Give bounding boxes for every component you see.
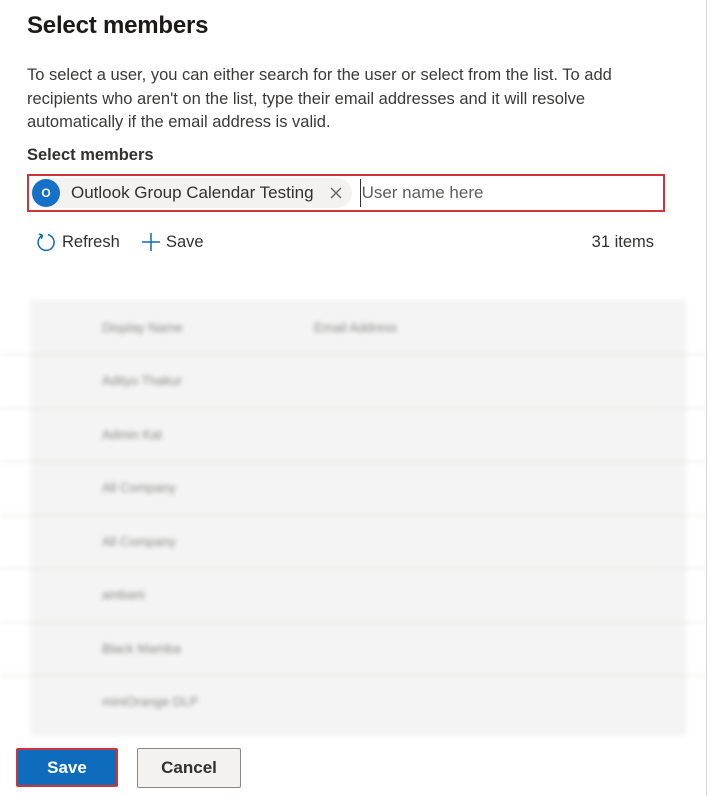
cancel-button[interactable]: Cancel — [137, 748, 241, 788]
row-display-name: Admin Kat — [102, 426, 162, 442]
row-display-name: ambani — [102, 587, 145, 602]
refresh-button[interactable]: Refresh — [35, 229, 120, 255]
toolbar-save-label: Save — [166, 232, 204, 251]
row-display-name: Black Mamba — [102, 640, 181, 656]
select-members-label: Select members — [27, 146, 154, 164]
user-name-input[interactable] — [359, 179, 663, 207]
items-count: 31 items — [591, 233, 654, 251]
selected-member-label: Outlook Group Calendar Testing — [71, 183, 314, 202]
toolbar-save-button[interactable]: Save — [141, 229, 204, 255]
list-row[interactable]: Black Mamba — [0, 621, 706, 676]
member-avatar: O — [32, 179, 60, 207]
refresh-label: Refresh — [62, 232, 120, 251]
row-display-name: miniOrange DLP — [102, 694, 199, 709]
members-picker[interactable]: O Outlook Group Calendar Testing — [27, 174, 665, 212]
list-row[interactable]: All Company — [0, 461, 706, 515]
list-row[interactable]: All Company — [0, 514, 706, 569]
list-row[interactable]: Adityo Thakur — [0, 354, 706, 408]
list-row[interactable]: miniOrange DLP — [0, 675, 706, 729]
column-header-email-address[interactable]: Email Address — [314, 320, 397, 335]
row-display-name: Adityo Thakur — [102, 373, 182, 388]
members-list: Display Name Email Address Adityo Thakur… — [0, 300, 706, 736]
panel-right-border — [706, 0, 707, 796]
list-row[interactable]: ambani — [0, 568, 706, 622]
refresh-icon — [37, 233, 55, 252]
save-button[interactable]: Save — [16, 748, 118, 787]
plus-icon — [142, 233, 160, 251]
row-display-name: All Company — [102, 533, 176, 549]
list-toolbar: Refresh Save 31 items — [35, 229, 655, 255]
remove-member-icon[interactable] — [328, 185, 344, 201]
panel-description: To select a user, you can either search … — [27, 66, 612, 131]
selected-member-chip[interactable]: O Outlook Group Calendar Testing — [31, 178, 352, 208]
panel-title: Select members — [27, 12, 209, 39]
column-header-display-name[interactable]: Display Name — [102, 320, 183, 335]
list-header: Display Name Email Address — [0, 300, 706, 354]
row-display-name: All Company — [102, 480, 176, 495]
list-row[interactable]: Admin Kat — [0, 407, 706, 462]
